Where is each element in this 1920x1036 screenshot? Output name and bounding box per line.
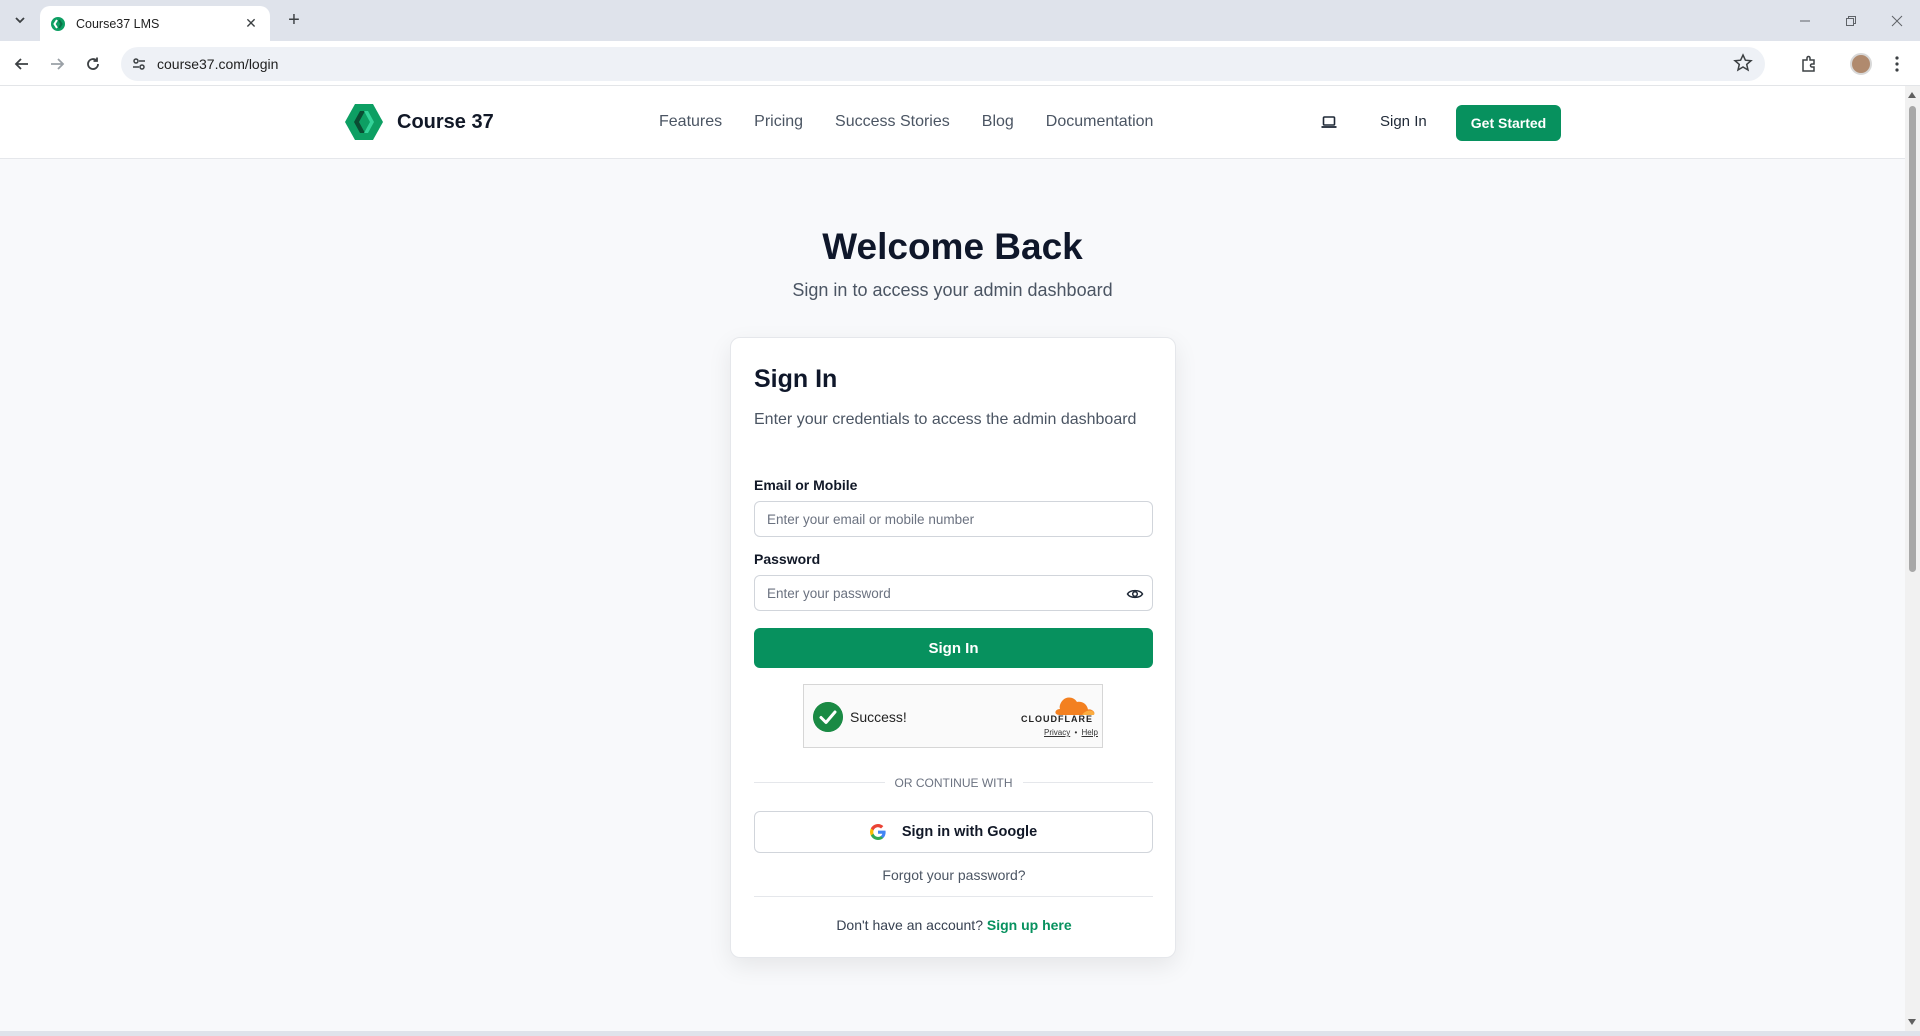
email-placeholder: Enter your email or mobile number bbox=[767, 512, 975, 527]
tab-search-chevron-icon[interactable] bbox=[8, 8, 32, 32]
nav-documentation[interactable]: Documentation bbox=[1046, 113, 1154, 131]
profile-avatar[interactable] bbox=[1847, 50, 1875, 78]
divider-text: OR CONTINUE WITH bbox=[884, 776, 1023, 790]
nav-blog[interactable]: Blog bbox=[982, 113, 1014, 131]
nav-pricing[interactable]: Pricing bbox=[754, 113, 803, 131]
window-controls bbox=[1782, 0, 1920, 41]
card-description: Enter your credentials to access the adm… bbox=[754, 411, 1137, 428]
course37-favicon-icon bbox=[51, 16, 65, 31]
cloudflare-brand: CLOUDFLARE bbox=[1021, 714, 1093, 724]
google-sign-in-button[interactable]: Sign in with Google bbox=[754, 811, 1153, 853]
reload-icon[interactable] bbox=[79, 50, 107, 78]
restore-icon[interactable] bbox=[1828, 0, 1874, 41]
main-nav: Features Pricing Success Stories Blog Do… bbox=[659, 113, 1185, 131]
sign-in-card: Sign In Enter your credentials to access… bbox=[730, 337, 1176, 958]
laptop-icon[interactable] bbox=[1320, 113, 1338, 131]
password-label: Password bbox=[754, 551, 821, 567]
extensions-puzzle-icon[interactable] bbox=[1795, 50, 1823, 78]
captcha-link-separator: • bbox=[1074, 728, 1078, 737]
page-scrollbar[interactable] bbox=[1905, 86, 1920, 1031]
course37-logo-icon bbox=[345, 104, 383, 140]
site-header: Course 37 Features Pricing Success Stori… bbox=[0, 86, 1905, 159]
show-password-eye-icon[interactable] bbox=[1126, 585, 1144, 603]
header-sign-in-link[interactable]: Sign In bbox=[1380, 113, 1427, 130]
window-bottom-edge bbox=[0, 1031, 1920, 1036]
captcha-privacy-link[interactable]: Privacy bbox=[1044, 728, 1070, 737]
sign-up-link[interactable]: Sign up here bbox=[987, 917, 1072, 933]
address-bar[interactable]: course37.com/login bbox=[121, 47, 1765, 81]
signup-row: Don't have an account? Sign up here bbox=[731, 917, 1177, 933]
close-window-icon[interactable] bbox=[1874, 0, 1920, 41]
browser-tab-strip: Course37 LMS ✕ + bbox=[0, 0, 1920, 41]
site-info-icon[interactable] bbox=[131, 56, 147, 72]
nav-success-stories[interactable]: Success Stories bbox=[835, 113, 950, 131]
card-separator bbox=[754, 896, 1153, 897]
captcha-status: Success! bbox=[850, 709, 907, 725]
browser-tab[interactable]: Course37 LMS ✕ bbox=[40, 6, 270, 41]
captcha-links: Privacy • Help bbox=[1044, 728, 1098, 737]
nav-features[interactable]: Features bbox=[659, 113, 722, 131]
browser-toolbar: course37.com/login bbox=[0, 41, 1920, 86]
scroll-down-arrow-icon[interactable] bbox=[1908, 1019, 1916, 1025]
new-tab-button[interactable]: + bbox=[282, 9, 306, 33]
tab-title: Course37 LMS bbox=[76, 16, 160, 31]
scroll-thumb[interactable] bbox=[1909, 106, 1916, 572]
get-started-button[interactable]: Get Started bbox=[1456, 105, 1561, 141]
cloudflare-captcha-widget[interactable]: Success! CLOUDFLARE Privacy • Help bbox=[803, 684, 1103, 748]
email-label: Email or Mobile bbox=[754, 477, 858, 493]
forgot-password-link[interactable]: Forgot your password? bbox=[731, 867, 1177, 883]
google-button-label: Sign in with Google bbox=[901, 824, 1038, 840]
or-continue-divider: OR CONTINUE WITH bbox=[754, 775, 1153, 791]
tab-close-icon[interactable]: ✕ bbox=[242, 15, 260, 32]
brand-link[interactable]: Course 37 bbox=[345, 104, 494, 140]
password-placeholder: Enter your password bbox=[767, 586, 891, 601]
page-viewport: Course 37 Features Pricing Success Stori… bbox=[0, 86, 1905, 1031]
url-text: course37.com/login bbox=[157, 56, 279, 72]
back-arrow-icon[interactable] bbox=[8, 50, 36, 78]
minimize-icon[interactable] bbox=[1782, 0, 1828, 41]
page-subtitle: Sign in to access your admin dashboard bbox=[792, 280, 1113, 300]
sign-in-button[interactable]: Sign In bbox=[754, 628, 1153, 668]
captcha-help-link[interactable]: Help bbox=[1082, 728, 1098, 737]
email-field[interactable]: Enter your email or mobile number bbox=[754, 501, 1153, 537]
scroll-up-arrow-icon[interactable] bbox=[1908, 92, 1916, 98]
browser-menu-icon[interactable] bbox=[1883, 50, 1911, 78]
no-account-text: Don't have an account? bbox=[836, 917, 983, 933]
bookmark-star-icon[interactable] bbox=[1733, 53, 1753, 73]
page-title: Welcome Back bbox=[822, 226, 1083, 267]
forward-arrow-icon[interactable] bbox=[43, 50, 71, 78]
google-g-icon bbox=[869, 824, 886, 840]
password-field[interactable]: Enter your password bbox=[754, 575, 1153, 611]
brand-name: Course 37 bbox=[397, 110, 494, 133]
success-check-icon bbox=[813, 702, 843, 732]
card-title: Sign In bbox=[754, 365, 838, 393]
